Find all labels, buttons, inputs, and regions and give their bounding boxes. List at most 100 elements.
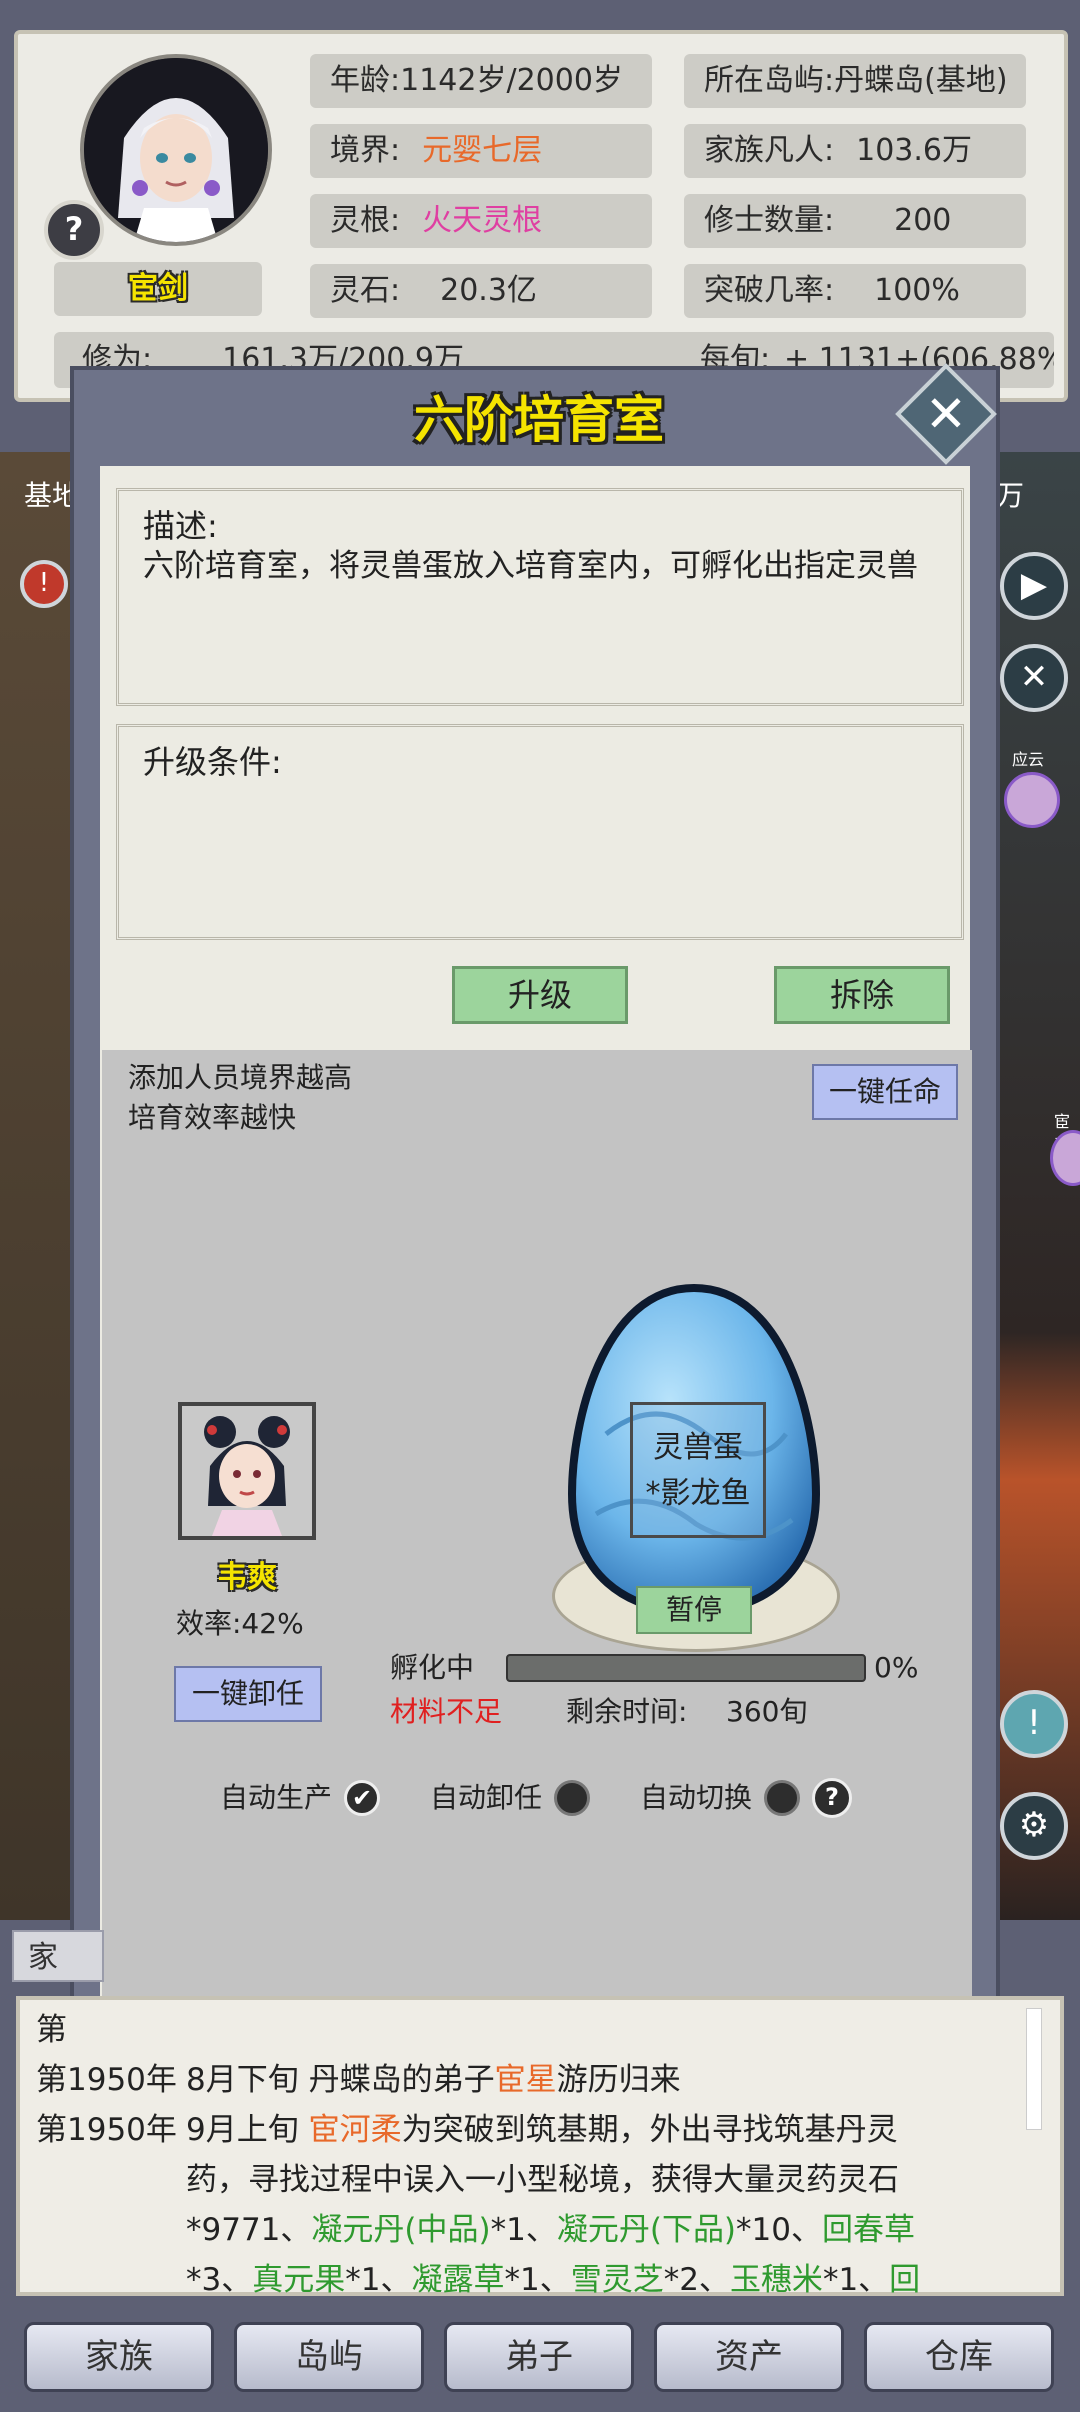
mortals-stat: 家族凡人: 103.6万 bbox=[684, 124, 1026, 178]
log-item[interactable]: 回春草 bbox=[822, 2212, 915, 2248]
swords-icon[interactable]: ✕ bbox=[1000, 644, 1068, 712]
description-title: 描述: bbox=[143, 507, 218, 545]
remaining-time-value: 360旬 bbox=[726, 1695, 808, 1728]
log-text: *2、 bbox=[663, 2262, 730, 2298]
log-continuation: *3、真元果*1、凝露草*1、雪灵芝*2、玉穗米*1、回 bbox=[186, 2254, 920, 2299]
scene-right-label: 万 bbox=[996, 479, 1025, 512]
warning-icon[interactable]: ! bbox=[20, 560, 68, 608]
log-person[interactable]: 宦星 bbox=[495, 2062, 557, 2098]
stone-stat: 灵石: 20.3亿 bbox=[310, 264, 652, 318]
log-person[interactable]: 宦河柔 bbox=[309, 2112, 402, 2148]
mortals-value: 103.6万 bbox=[856, 133, 972, 168]
material-warning: 材料不足 bbox=[390, 1695, 503, 1728]
island-label: 所在岛屿: bbox=[704, 63, 835, 98]
log-item[interactable]: 凝元丹(下品) bbox=[557, 2212, 736, 2248]
log-text: *1、 bbox=[504, 2262, 571, 2298]
log-text: *9771、 bbox=[186, 2212, 312, 2248]
log-text: *10、 bbox=[736, 2212, 822, 2248]
hint-line-1: 添加人员境界越高 bbox=[128, 1061, 353, 1094]
nav-disciples[interactable]: 弟子 bbox=[444, 2322, 634, 2392]
worker-portrait[interactable] bbox=[178, 1402, 316, 1540]
nav-islands[interactable]: 岛屿 bbox=[234, 2322, 424, 2392]
log-item[interactable]: 凝露草 bbox=[411, 2262, 504, 2298]
hatching-progress-text: 0% bbox=[874, 1651, 919, 1684]
root-label: 灵根: bbox=[330, 203, 401, 238]
log-entry: 第1950年 9月上旬 宦河柔为突破到筑基期，外出寻找筑基丹灵 bbox=[36, 2104, 898, 2149]
root-stat: 灵根: 火天灵根 bbox=[310, 194, 652, 248]
egg-species: *影龙鱼 bbox=[645, 1476, 751, 1511]
cultivators-label: 修士数量: bbox=[704, 203, 835, 238]
nav-assets[interactable]: 资产 bbox=[654, 2322, 844, 2392]
play-icon[interactable]: ▶ bbox=[1000, 552, 1068, 620]
help-icon[interactable]: ? bbox=[44, 200, 104, 260]
log-text: 游历归来 bbox=[556, 2062, 681, 2098]
breakthrough-label: 突破几率: bbox=[704, 273, 835, 308]
log-item[interactable]: 玉穗米 bbox=[730, 2262, 823, 2298]
log-partial-text: 第 bbox=[36, 2012, 67, 2048]
auto-produce-toggle[interactable]: ✔ bbox=[344, 1780, 380, 1816]
log-text: 为突破到筑基期，外出寻找筑基丹灵 bbox=[401, 2112, 898, 2148]
age-value: 1142岁/2000岁 bbox=[400, 63, 623, 98]
pause-button[interactable]: 暂停 bbox=[636, 1586, 752, 1634]
upgrade-conditions-box: 升级条件: bbox=[116, 724, 964, 940]
breakthrough-stat: 突破几率: 100% bbox=[684, 264, 1026, 318]
log-text: *3、 bbox=[186, 2262, 253, 2298]
log-item[interactable]: 凝元丹(中品) bbox=[311, 2212, 490, 2248]
upgrade-button[interactable]: 升级 bbox=[452, 966, 628, 1024]
auto-switch-toggle[interactable] bbox=[764, 1780, 800, 1816]
gear-icon[interactable]: ⚙ bbox=[1000, 1792, 1068, 1860]
worker-avatar-art bbox=[182, 1406, 312, 1536]
log-scrollbar[interactable] bbox=[1026, 2008, 1042, 2130]
island-value: 丹蝶岛(基地) bbox=[834, 63, 1008, 98]
remaining-time-label: 剩余时间: bbox=[566, 1695, 688, 1728]
nav-family[interactable]: 家族 bbox=[24, 2322, 214, 2392]
stone-value: 20.3亿 bbox=[440, 273, 537, 308]
worker-name: 韦爽 bbox=[217, 1560, 277, 1595]
log-entry: 第1950年 8月下旬 丹蝶岛的弟子宦星游历归来 bbox=[36, 2054, 681, 2099]
upgrade-title: 升级条件: bbox=[143, 743, 282, 781]
garden-strip-left bbox=[0, 452, 80, 1920]
cultivators-value: 200 bbox=[894, 203, 952, 238]
log-item[interactable]: 真元果 bbox=[252, 2262, 345, 2298]
alert-icon[interactable]: ! bbox=[1000, 1690, 1068, 1758]
log-text: *1、 bbox=[822, 2262, 890, 2298]
player-avatar[interactable] bbox=[80, 54, 272, 246]
auto-produce-label: 自动生产 bbox=[220, 1781, 333, 1814]
log-partial-line: 第 bbox=[36, 2004, 67, 2049]
log-text: *1、 bbox=[345, 2262, 412, 2298]
scene-char-label-1: 应云 bbox=[1012, 750, 1045, 769]
egg-type: 灵兽蛋 bbox=[653, 1430, 743, 1465]
log-tab[interactable]: 家 bbox=[12, 1930, 104, 1982]
nav-warehouse[interactable]: 仓库 bbox=[864, 2322, 1054, 2392]
log-text: *1、 bbox=[490, 2212, 557, 2248]
log-year: 第1950年 bbox=[36, 2112, 177, 2148]
hatching-status: 孵化中 bbox=[390, 1651, 475, 1684]
log-item[interactable]: 雪灵芝 bbox=[571, 2262, 664, 2298]
auto-dismiss-toggle[interactable] bbox=[554, 1780, 590, 1816]
mortals-label: 家族凡人: bbox=[704, 133, 835, 168]
description-box: 描述: 六阶培育室，将灵兽蛋放入培育室内，可孵化出指定灵兽 bbox=[116, 488, 964, 706]
realm-label: 境界: bbox=[330, 133, 401, 168]
log-item[interactable]: 回 bbox=[889, 2262, 920, 2298]
log-text: 9月上旬 bbox=[186, 2112, 309, 2148]
log-text: 8月下旬 丹蝶岛的弟子 bbox=[186, 2062, 495, 2098]
close-icon[interactable]: ✕ bbox=[910, 378, 982, 450]
question-icon[interactable]: ? bbox=[812, 1778, 852, 1818]
egg-info-box: 灵兽蛋 *影龙鱼 bbox=[630, 1402, 766, 1538]
hint-line-2: 培育效率越快 bbox=[128, 1101, 297, 1134]
description-text: 六阶培育室，将灵兽蛋放入培育室内，可孵化出指定灵兽 bbox=[143, 548, 918, 584]
dismiss-all-button[interactable]: 一键卸任 bbox=[174, 1666, 322, 1722]
log-continuation: *9771、凝元丹(中品)*1、凝元丹(下品)*10、回春草 bbox=[186, 2204, 915, 2249]
age-stat: 年龄:1142岁/2000岁 bbox=[310, 54, 652, 108]
island-stat[interactable]: 所在岛屿:丹蝶岛(基地) bbox=[684, 54, 1026, 108]
demolish-button[interactable]: 拆除 bbox=[774, 966, 950, 1024]
scene-character-avatar[interactable] bbox=[1004, 772, 1060, 828]
log-text: 药，寻找过程中误入一小型秘境，获得大量灵药灵石 bbox=[186, 2162, 899, 2198]
log-continuation: 药，寻找过程中误入一小型秘境，获得大量灵药灵石 bbox=[186, 2154, 899, 2199]
appoint-all-button[interactable]: 一键任命 bbox=[812, 1064, 958, 1120]
realm-value: 元婴七层 bbox=[422, 133, 543, 168]
age-label: 年龄: bbox=[330, 63, 401, 98]
realm-stat: 境界: 元婴七层 bbox=[310, 124, 652, 178]
player-avatar-art bbox=[84, 58, 268, 242]
cultivators-stat: 修士数量: 200 bbox=[684, 194, 1026, 248]
